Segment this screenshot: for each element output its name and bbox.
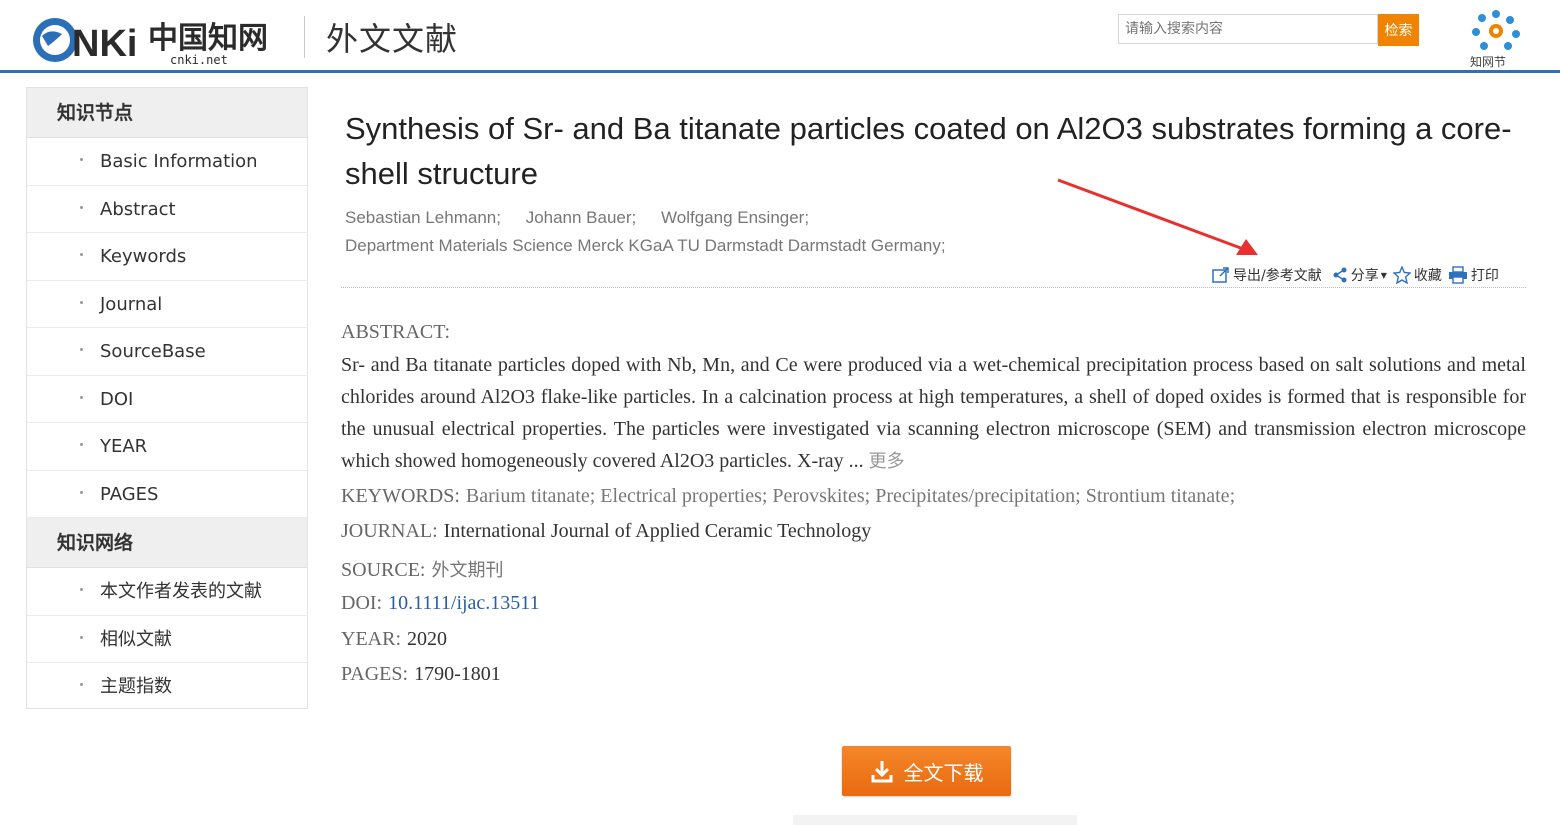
doi-label: DOI: <box>341 592 383 614</box>
sidebar-item-label: DOI <box>100 388 134 410</box>
sidebar-item-pages[interactable]: PAGES <box>27 471 307 518</box>
favorite-button[interactable]: 收藏 <box>1392 265 1442 285</box>
keywords-row: KEYWORDS: Barium titanate; Electrical pro… <box>341 485 1235 508</box>
download-label: 全文下载 <box>903 760 984 785</box>
export-label: 导出/参考文献 <box>1233 268 1322 284</box>
bullet-icon <box>80 300 83 304</box>
sidebar-item-doi[interactable]: DOI <box>27 376 307 423</box>
download-fulltext-button[interactable]: 全文下载 <box>842 746 1011 796</box>
bullet-icon <box>80 205 83 209</box>
sidebar-item-label: 主题指数 <box>100 676 172 697</box>
svg-text:知网节: 知网节 <box>1470 55 1506 69</box>
sidebar-item-sourcebase[interactable]: SourceBase <box>27 328 307 376</box>
abstract-body: Sr- and Ba titanate particles doped with… <box>341 354 1526 472</box>
affiliation: Department Materials Science Merck KGaA … <box>345 236 946 255</box>
journal-value[interactable]: International Journal of Applied Ceramic… <box>444 520 872 542</box>
sidebar-item-journal[interactable]: Journal <box>27 281 307 328</box>
svg-text:cnki.net: cnki.net <box>170 53 228 66</box>
printer-icon <box>1448 266 1467 284</box>
doi-link[interactable]: 10.1111/ijac.13511 <box>388 592 539 614</box>
sidebar-item-similar-papers[interactable]: 相似文献 <box>27 616 307 663</box>
header: NKi 中国知网 cnki.net 外文文献 检索 知网节 <box>0 0 1560 73</box>
author-link[interactable]: Wolfgang Ensinger; <box>661 208 809 227</box>
abstract-more-link[interactable]: 更多 <box>869 451 905 472</box>
chevron-down-icon: ▼ <box>1380 270 1387 280</box>
sidebar-item-label: Keywords <box>100 246 187 267</box>
cnki-logo[interactable]: NKi 中国知网 cnki.net <box>28 8 298 66</box>
bullet-icon <box>80 253 83 256</box>
year-value: 2020 <box>407 628 447 650</box>
abstract-label: ABSTRACT: <box>341 321 451 343</box>
article-title: Synthesis of Sr- and Ba titanate particl… <box>345 111 1512 191</box>
export-button[interactable]: 导出/参考文献 <box>1212 265 1322 285</box>
sidebar-item-year[interactable]: YEAR <box>27 423 307 471</box>
bottom-panel-edge <box>793 815 1077 825</box>
sidebar-item-abstract[interactable]: Abstract <box>27 186 307 233</box>
abstract-text: Sr- and Ba titanate particles doped with… <box>341 349 1526 478</box>
print-button[interactable]: 打印 <box>1448 265 1499 285</box>
sidebar-item-label: PAGES <box>100 483 159 505</box>
sidebar-item-label: Basic Information <box>100 151 258 172</box>
search-input[interactable] <box>1118 14 1378 44</box>
divider <box>341 287 1526 288</box>
source-label: SOURCE: <box>341 559 426 581</box>
bullet-icon <box>80 443 83 446</box>
pages-label: PAGES: <box>341 663 409 685</box>
header-divider <box>304 16 305 58</box>
journal-label: JOURNAL: <box>341 520 438 542</box>
sidebar-item-label: Journal <box>100 293 163 315</box>
keywords-value[interactable]: Barium titanate; Electrical properties; … <box>466 485 1235 507</box>
bullet-icon <box>80 635 83 639</box>
year-label: YEAR: <box>341 628 401 650</box>
sidebar-item-label: YEAR <box>100 436 148 457</box>
bullet-icon <box>80 395 83 399</box>
sidebar-item-label: 相似文献 <box>100 628 172 650</box>
pages-row: PAGES: 1790-1801 <box>341 663 501 686</box>
sidebar-item-author-papers[interactable]: 本文作者发表的文献 <box>27 568 307 616</box>
author-link[interactable]: Sebastian Lehmann; <box>345 208 501 227</box>
article-toolbar: 导出/参考文献 分享 ▼ 收藏 打印 <box>1212 264 1505 286</box>
journal-row: JOURNAL: International Journal of Applied… <box>341 520 871 543</box>
bullet-icon <box>80 348 83 351</box>
author-link[interactable]: Johann Bauer; <box>526 208 637 227</box>
pages-value: 1790-1801 <box>414 663 501 685</box>
source-value: 外文期刊 <box>431 560 504 581</box>
bullet-icon <box>80 490 83 494</box>
share-button[interactable]: 分享 ▼ <box>1332 265 1387 285</box>
sidebar: 知识节点 Basic Information Abstract Keywords… <box>26 87 308 709</box>
search-button[interactable]: 检索 <box>1378 14 1419 46</box>
site-title: 外文文献 <box>326 20 459 58</box>
red-arrow-annotation <box>1057 178 1258 255</box>
export-icon <box>1212 267 1229 283</box>
svg-text:NKi: NKi <box>72 23 137 65</box>
zhiwangjie-logo[interactable]: 知网节 <box>1464 4 1528 70</box>
download-icon <box>871 761 892 783</box>
share-icon <box>1333 267 1347 283</box>
svg-text:中国知网: 中国知网 <box>148 21 268 56</box>
sidebar-item-keywords[interactable]: Keywords <box>27 233 307 281</box>
favorite-label: 收藏 <box>1413 268 1442 284</box>
star-icon <box>1392 266 1411 284</box>
sidebar-section-knowledge-network: 知识网络 <box>27 518 307 568</box>
bullet-icon <box>80 683 83 686</box>
sidebar-item-basic-information[interactable]: Basic Information <box>27 138 307 186</box>
sidebar-item-topic-index[interactable]: 主题指数 <box>27 663 307 711</box>
sidebar-section-knowledge-nodes: 知识节点 <box>27 88 307 138</box>
sidebar-item-label: SourceBase <box>100 341 206 362</box>
authors: Sebastian Lehmann; Johann Bauer; Wolfgan… <box>345 208 829 228</box>
bullet-icon <box>80 588 83 591</box>
keywords-label: KEYWORDS: <box>341 485 460 507</box>
sidebar-item-label: Abstract <box>100 198 176 220</box>
sidebar-item-label: 本文作者发表的文献 <box>100 581 262 602</box>
share-label: 分享 <box>1350 268 1379 284</box>
print-label: 打印 <box>1470 268 1499 284</box>
source-row: SOURCE: 外文期刊 <box>341 556 503 582</box>
bullet-icon <box>80 158 83 161</box>
year-row: YEAR: 2020 <box>341 628 447 651</box>
doi-row: DOI: 10.1111/ijac.13511 <box>341 592 540 615</box>
